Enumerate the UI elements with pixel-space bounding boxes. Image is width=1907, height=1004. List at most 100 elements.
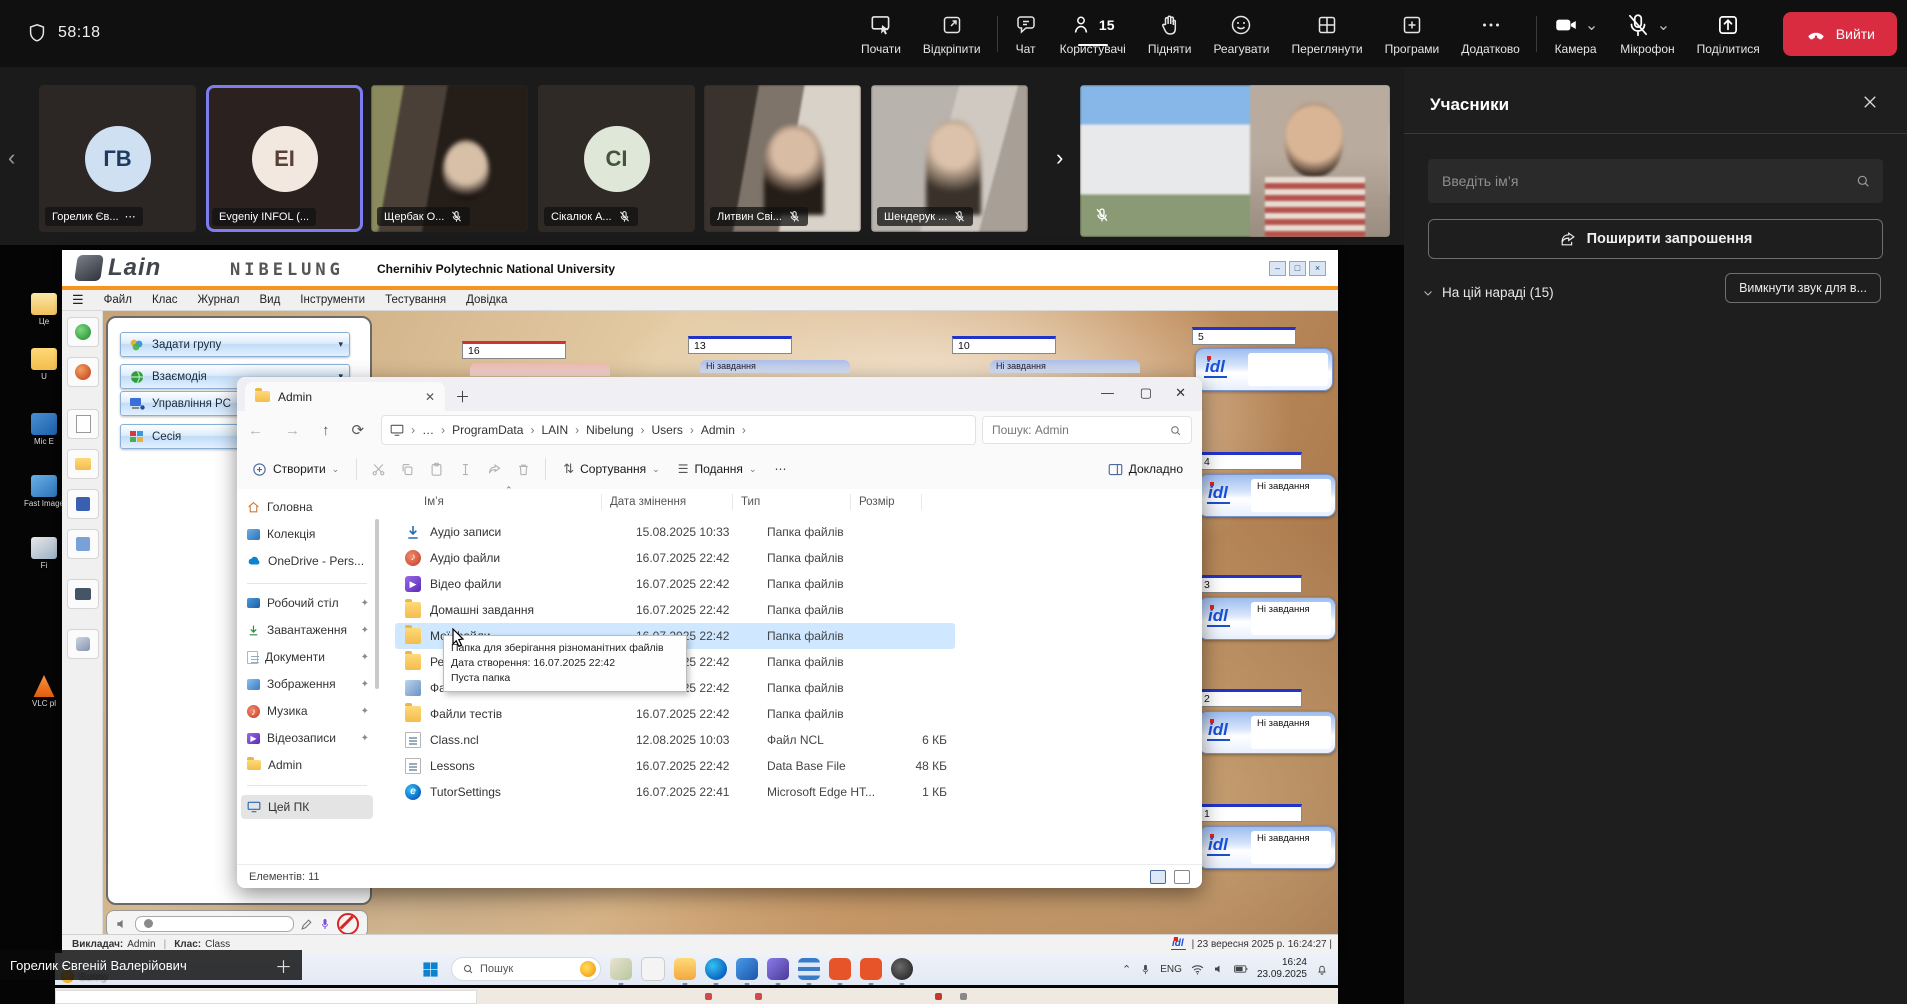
student-card[interactable]: idl Ні завдання bbox=[1198, 711, 1336, 754]
tray-mic-icon[interactable] bbox=[1140, 963, 1151, 976]
chat-button[interactable]: Чат bbox=[1003, 0, 1049, 67]
camera-button[interactable]: ⌄ Камера bbox=[1542, 0, 1609, 67]
sidebar-music[interactable]: ♪Музика✦ bbox=[241, 699, 373, 723]
microphone-button[interactable]: ⌄ Мікрофон bbox=[1609, 0, 1685, 67]
lain-tool-record-icon[interactable] bbox=[67, 529, 99, 559]
student-card-label[interactable]: 5 bbox=[1192, 327, 1296, 345]
taskbar-app-icon[interactable] bbox=[829, 958, 851, 980]
file-row[interactable]: Lessons16.07.2025 22:42Data Base File48 … bbox=[395, 753, 955, 779]
file-row[interactable]: Файли тестів16.07.2025 22:42Папка файлів bbox=[395, 701, 955, 727]
col-date[interactable]: Дата змінення bbox=[602, 496, 732, 508]
rename-icon[interactable] bbox=[458, 462, 473, 477]
list-view-icon[interactable] bbox=[1150, 870, 1166, 884]
lain-close-button[interactable]: × bbox=[1309, 261, 1326, 276]
view-button[interactable]: Переглянути bbox=[1281, 0, 1374, 67]
share-file-icon[interactable] bbox=[487, 462, 502, 477]
speaker-icon[interactable] bbox=[115, 917, 129, 931]
notification-bell-icon[interactable] bbox=[1316, 963, 1328, 976]
mic-options-chevron[interactable]: ⌄ bbox=[1657, 15, 1670, 35]
student-card[interactable]: idl bbox=[1195, 348, 1333, 391]
more-button[interactable]: Додатково bbox=[1450, 0, 1531, 67]
taskbar-app-icon[interactable] bbox=[610, 958, 632, 980]
stop-access-icon[interactable] bbox=[337, 913, 359, 935]
edge-icon[interactable] bbox=[705, 958, 727, 980]
breadcrumb[interactable]: ›…› ProgramData› LAIN› Nibelung› Users› … bbox=[381, 415, 976, 445]
paste-icon[interactable] bbox=[429, 462, 444, 477]
crumb[interactable]: ProgramData bbox=[452, 423, 523, 437]
strip-next-icon[interactable]: › bbox=[1056, 145, 1063, 171]
share-invite-button[interactable]: Поширити запрошення bbox=[1428, 219, 1883, 259]
file-row[interactable]: Class.ncl12.08.2025 10:03Файл NCL6 КБ bbox=[395, 727, 955, 753]
new-tab-icon[interactable]: ＋ bbox=[455, 386, 470, 407]
video-tile[interactable]: Шендерук ... bbox=[871, 85, 1028, 232]
sidebar-onedrive[interactable]: ›OneDrive - Pers... bbox=[241, 549, 373, 573]
menu-class[interactable]: Клас bbox=[142, 294, 188, 306]
video-tile-selected[interactable]: EI Evgeniy INFOL (... bbox=[206, 85, 363, 232]
thumbnail-view-icon[interactable] bbox=[1174, 870, 1190, 884]
close-panel-icon[interactable] bbox=[1861, 93, 1879, 111]
col-name[interactable]: Ім’я bbox=[424, 496, 601, 508]
taskbar-app-icon[interactable] bbox=[891, 958, 913, 980]
new-button[interactable]: Створити⌄ bbox=[243, 462, 348, 477]
file-row[interactable]: Аудіо записи15.08.2025 10:33Папка файлів bbox=[395, 519, 955, 545]
sidebar-desktop[interactable]: Робочий стіл✦ bbox=[241, 591, 373, 615]
desktop-icon[interactable]: Mic E bbox=[22, 413, 66, 446]
wifi-icon[interactable] bbox=[1191, 964, 1204, 975]
crumb-overflow[interactable]: … bbox=[422, 423, 434, 437]
student-card-partial[interactable] bbox=[470, 363, 610, 376]
taskbar-app-icon[interactable] bbox=[736, 958, 758, 980]
tray-expand-icon[interactable]: ⌃ bbox=[1122, 963, 1131, 976]
menu-testing[interactable]: Тестування bbox=[375, 294, 456, 306]
pen-icon[interactable] bbox=[300, 918, 313, 931]
sidebar-downloads[interactable]: Завантаження✦ bbox=[241, 618, 373, 642]
student-card-label[interactable]: 10 bbox=[952, 336, 1056, 354]
camera-options-chevron[interactable]: ⌄ bbox=[1585, 15, 1598, 35]
raise-hand-button[interactable]: Підняти bbox=[1137, 0, 1203, 67]
set-group-button[interactable]: Задати групу▾ bbox=[120, 332, 350, 357]
menu-journal[interactable]: Журнал bbox=[188, 294, 250, 306]
sidebar-pictures[interactable]: Зображення✦ bbox=[241, 672, 373, 696]
menu-view[interactable]: Вид bbox=[249, 294, 290, 306]
menu-tools[interactable]: Інструменти bbox=[290, 294, 375, 306]
sidebar-videos[interactable]: ▶Відеозаписи✦ bbox=[241, 726, 373, 750]
menu-file[interactable]: Файл bbox=[94, 294, 142, 306]
student-card-partial[interactable]: Ні завдання bbox=[700, 360, 850, 373]
volume-icon[interactable] bbox=[1213, 963, 1225, 975]
cut-icon[interactable] bbox=[371, 462, 386, 477]
view-button-explorer[interactable]: ☰ Подання⌄ bbox=[669, 462, 766, 476]
taskbar-app-icon[interactable] bbox=[641, 957, 665, 981]
section-header[interactable]: На цій нараді (15) bbox=[1422, 285, 1554, 300]
student-card-label[interactable]: 4 bbox=[1198, 452, 1302, 470]
col-type[interactable]: Тип bbox=[733, 496, 850, 508]
col-size[interactable]: Розмір bbox=[851, 496, 921, 508]
sidebar-scrollbar[interactable] bbox=[375, 519, 379, 689]
crumb[interactable]: LAIN bbox=[541, 423, 568, 437]
desktop-icon[interactable]: U bbox=[22, 348, 66, 381]
student-card-label[interactable]: 13 bbox=[688, 336, 792, 354]
lain-tool-save-icon[interactable] bbox=[67, 489, 99, 519]
video-tile[interactable]: СІ Сікалюк А... bbox=[538, 85, 695, 232]
participants-button[interactable]: 15 Користувачі bbox=[1049, 0, 1137, 67]
lain-tool-exit-icon[interactable] bbox=[67, 629, 99, 659]
strip-prev-icon[interactable]: ‹ bbox=[8, 145, 15, 171]
copy-icon[interactable] bbox=[400, 462, 415, 477]
up-icon[interactable]: ↑ bbox=[311, 422, 341, 439]
back-icon[interactable]: ← bbox=[237, 422, 274, 439]
start-button[interactable] bbox=[417, 956, 443, 982]
leave-button[interactable]: Вийти bbox=[1783, 12, 1897, 56]
refresh-icon[interactable]: ⟳ bbox=[341, 421, 376, 439]
file-row[interactable]: ♪ Аудіо файли16.07.2025 22:42Папка файлі… bbox=[395, 545, 955, 571]
file-row[interactable]: Домашні завдання16.07.2025 22:42Папка фа… bbox=[395, 597, 955, 623]
apps-button[interactable]: Програми bbox=[1374, 0, 1451, 67]
sidebar-gallery[interactable]: Колекція bbox=[241, 522, 373, 546]
details-pane-button[interactable]: Докладно bbox=[1099, 462, 1192, 476]
teams-icon[interactable] bbox=[767, 958, 789, 980]
lain-tool-session-icon[interactable] bbox=[67, 357, 99, 387]
crumb[interactable]: Users bbox=[652, 423, 683, 437]
crumb[interactable]: Admin bbox=[701, 423, 735, 437]
video-tile[interactable]: ГВ Горелик Єв...⋯ bbox=[39, 85, 196, 232]
explorer-close-button[interactable]: ✕ bbox=[1175, 385, 1186, 401]
lain-tool-open-icon[interactable] bbox=[67, 449, 99, 479]
volume-slider[interactable] bbox=[135, 916, 294, 932]
presenter-video-tile[interactable] bbox=[1080, 85, 1390, 237]
